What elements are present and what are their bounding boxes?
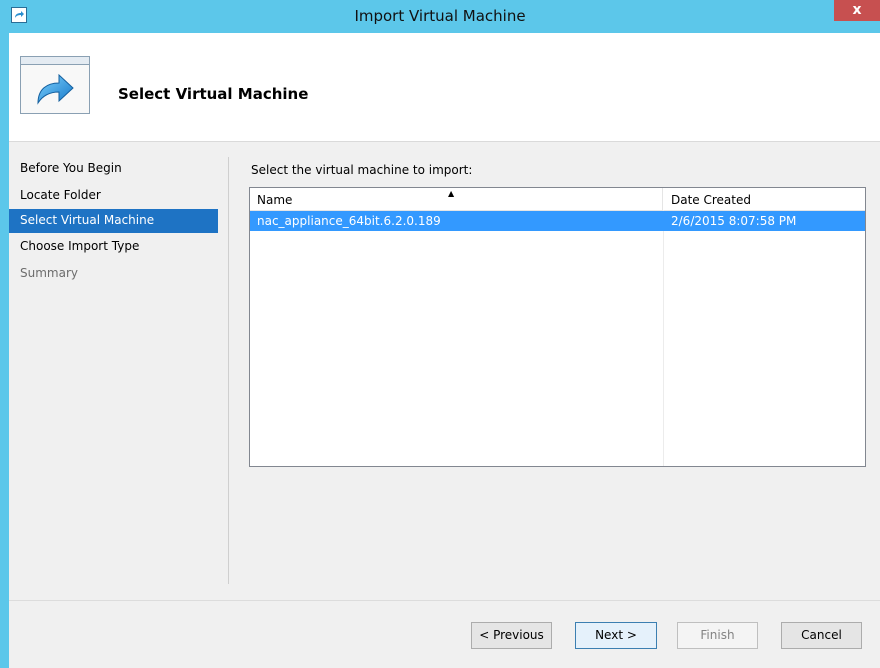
page-title: Select Virtual Machine <box>118 85 309 103</box>
import-arrow-icon <box>20 56 90 114</box>
previous-button[interactable]: < Previous <box>471 622 552 649</box>
sort-ascending-icon: ▲ <box>448 189 455 198</box>
table-row[interactable]: nac_appliance_64bit.6.2.0.189 2/6/2015 8… <box>250 211 865 231</box>
column-header-name-label: Name <box>257 193 293 207</box>
window-title: Import Virtual Machine <box>354 7 526 25</box>
vm-date-cell: 2/6/2015 8:07:58 PM <box>671 214 797 228</box>
wizard-steps-nav: Before You Begin Locate Folder Select Vi… <box>9 158 218 290</box>
title-bar: Import Virtual Machine x <box>0 0 880 33</box>
wizard-window: Select Virtual Machine Before You Begin … <box>9 33 880 668</box>
nav-item-select-virtual-machine[interactable]: Select Virtual Machine <box>9 209 218 233</box>
cancel-button[interactable]: Cancel <box>781 622 862 649</box>
footer-divider <box>9 600 880 601</box>
nav-item-choose-import-type[interactable]: Choose Import Type <box>9 236 218 263</box>
close-button[interactable]: x <box>834 0 880 21</box>
finish-button: Finish <box>677 622 758 649</box>
nav-item-summary: Summary <box>20 266 78 280</box>
nav-item-locate-folder[interactable]: Locate Folder <box>9 185 218 212</box>
list-header: Name ▲ Date Created <box>250 188 865 211</box>
nav-item-before-you-begin[interactable]: Before You Begin <box>9 158 218 185</box>
nav-separator <box>228 157 229 584</box>
column-header-date-created[interactable]: Date Created <box>664 188 864 210</box>
column-header-name[interactable]: Name ▲ <box>250 188 663 210</box>
wizard-header: Select Virtual Machine <box>9 33 880 142</box>
vm-name-cell: nac_appliance_64bit.6.2.0.189 <box>257 214 441 228</box>
vm-list[interactable]: Name ▲ Date Created nac_appliance_64bit.… <box>249 187 866 467</box>
select-prompt: Select the virtual machine to import: <box>251 163 473 177</box>
next-button[interactable]: Next > <box>575 622 657 649</box>
window-frame-left <box>0 33 9 668</box>
column-divider <box>663 210 664 466</box>
